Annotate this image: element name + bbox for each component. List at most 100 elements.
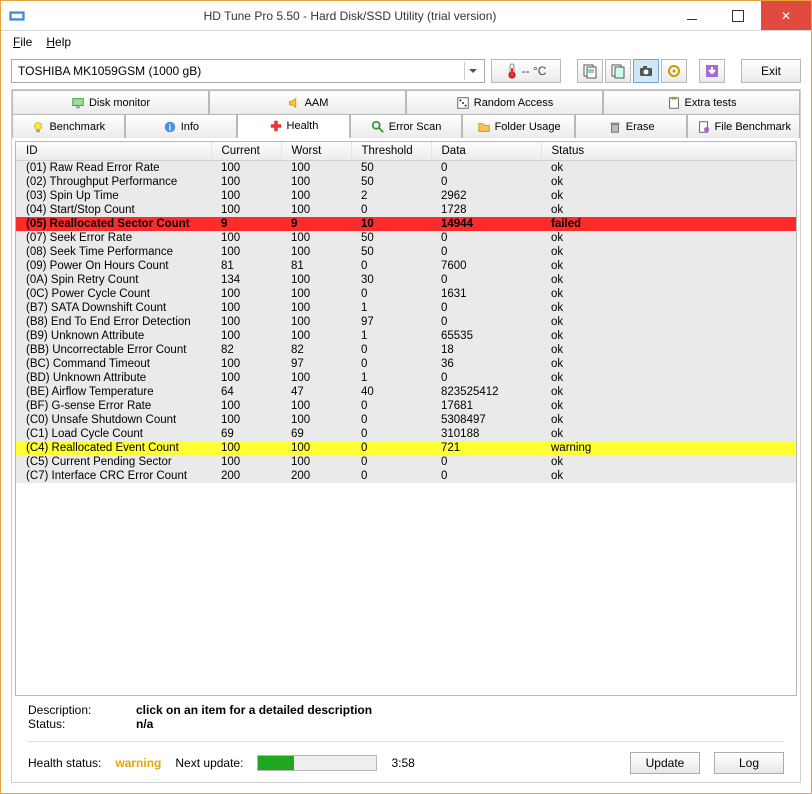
screenshot-button[interactable] <box>633 59 659 83</box>
dice-icon <box>456 96 470 110</box>
table-row[interactable]: (BB) Uncorrectable Error Count8282018ok <box>16 343 796 357</box>
table-row[interactable]: (07) Seek Error Rate100100500ok <box>16 231 796 245</box>
table-row[interactable]: (B8) End To End Error Detection100100970… <box>16 315 796 329</box>
thermometer-icon <box>506 63 518 79</box>
table-row[interactable]: (BD) Unknown Attribute10010010ok <box>16 371 796 385</box>
close-button[interactable] <box>761 1 811 30</box>
tab-error-scan[interactable]: Error Scan <box>350 114 463 138</box>
cell-worst: 97 <box>281 357 351 371</box>
col-id[interactable]: ID <box>16 142 211 161</box>
cell-worst: 100 <box>281 315 351 329</box>
table-row[interactable]: (BF) G-sense Error Rate100100017681ok <box>16 399 796 413</box>
cell-th: 0 <box>351 455 431 469</box>
cell-th: 10 <box>351 217 431 231</box>
cell-id: (09) Power On Hours Count <box>16 259 211 273</box>
clipboard-icon <box>667 96 681 110</box>
tab-aam[interactable]: AAM <box>209 90 406 114</box>
menu-help[interactable]: Help <box>40 33 77 51</box>
log-button[interactable]: Log <box>714 752 784 774</box>
cell-cur: 100 <box>211 413 281 427</box>
table-row[interactable]: (C5) Current Pending Sector10010000ok <box>16 455 796 469</box>
cell-data: 0 <box>431 371 541 385</box>
save-button[interactable] <box>699 59 725 83</box>
table-row[interactable]: (03) Spin Up Time10010022962ok <box>16 189 796 203</box>
table-row[interactable]: (C0) Unsafe Shutdown Count10010005308497… <box>16 413 796 427</box>
cell-data: 0 <box>431 161 541 176</box>
table-row[interactable]: (04) Start/Stop Count10010001728ok <box>16 203 796 217</box>
copy-text-button[interactable] <box>577 59 603 83</box>
title-bar[interactable]: HD Tune Pro 5.50 - Hard Disk/SSD Utility… <box>1 1 811 31</box>
cell-cur: 100 <box>211 371 281 385</box>
tab-info[interactable]: iInfo <box>125 114 238 138</box>
cell-cur: 134 <box>211 273 281 287</box>
tabs-bottom-row: Benchmark iInfo Health Error Scan Folder… <box>12 114 800 138</box>
cell-status: ok <box>541 245 796 259</box>
toolbar: TOSHIBA MK1059GSM (1000 gB) -- °C Exit <box>1 53 811 89</box>
table-row[interactable]: (B7) SATA Downshift Count10010010ok <box>16 301 796 315</box>
menu-file[interactable]: File <box>7 33 38 51</box>
update-button[interactable]: Update <box>630 752 700 774</box>
options-button[interactable] <box>661 59 687 83</box>
cell-data: 0 <box>431 231 541 245</box>
exit-button[interactable]: Exit <box>741 59 801 83</box>
table-row[interactable]: (C1) Load Cycle Count69690310188ok <box>16 427 796 441</box>
col-status[interactable]: Status <box>541 142 796 161</box>
table-row[interactable]: (08) Seek Time Performance100100500ok <box>16 245 796 259</box>
tab-health[interactable]: Health <box>237 114 350 138</box>
app-icon <box>9 8 25 24</box>
cell-th: 50 <box>351 231 431 245</box>
cell-th: 1 <box>351 371 431 385</box>
table-row[interactable]: (B9) Unknown Attribute100100165535ok <box>16 329 796 343</box>
minimize-button[interactable] <box>669 1 715 30</box>
cell-id: (B7) SATA Downshift Count <box>16 301 211 315</box>
smart-grid[interactable]: ID Current Worst Threshold Data Status (… <box>15 141 797 696</box>
cell-status: ok <box>541 315 796 329</box>
table-row[interactable]: (05) Reallocated Sector Count991014944fa… <box>16 217 796 231</box>
cell-worst: 200 <box>281 469 351 483</box>
bulb-icon <box>31 120 45 134</box>
cell-id: (03) Spin Up Time <box>16 189 211 203</box>
cell-data: 36 <box>431 357 541 371</box>
tab-folder-usage[interactable]: Folder Usage <box>462 114 575 138</box>
col-worst[interactable]: Worst <box>281 142 351 161</box>
cell-worst: 100 <box>281 273 351 287</box>
col-current[interactable]: Current <box>211 142 281 161</box>
maximize-button[interactable] <box>715 1 761 30</box>
table-row[interactable]: (09) Power On Hours Count818107600ok <box>16 259 796 273</box>
device-selector[interactable]: TOSHIBA MK1059GSM (1000 gB) <box>11 59 485 83</box>
table-header-row: ID Current Worst Threshold Data Status <box>16 142 796 161</box>
tab-erase[interactable]: Erase <box>575 114 688 138</box>
table-row[interactable]: (01) Raw Read Error Rate100100500ok <box>16 161 796 176</box>
health-status-value: warning <box>115 756 161 770</box>
table-row[interactable]: (BC) Command Timeout10097036ok <box>16 357 796 371</box>
table-row[interactable]: (BE) Airflow Temperature644740823525412o… <box>16 385 796 399</box>
tab-benchmark[interactable]: Benchmark <box>12 114 125 138</box>
cell-worst: 9 <box>281 217 351 231</box>
cell-data: 2962 <box>431 189 541 203</box>
cell-worst: 100 <box>281 245 351 259</box>
cell-data: 0 <box>431 175 541 189</box>
cell-th: 1 <box>351 301 431 315</box>
table-row[interactable]: (02) Throughput Performance100100500ok <box>16 175 796 189</box>
col-threshold[interactable]: Threshold <box>351 142 431 161</box>
cell-data: 5308497 <box>431 413 541 427</box>
copy-image-button[interactable] <box>605 59 631 83</box>
table-row[interactable]: (0C) Power Cycle Count10010001631ok <box>16 287 796 301</box>
cell-data: 823525412 <box>431 385 541 399</box>
trash-icon <box>608 120 622 134</box>
cell-id: (05) Reallocated Sector Count <box>16 217 211 231</box>
col-data[interactable]: Data <box>431 142 541 161</box>
cell-id: (B9) Unknown Attribute <box>16 329 211 343</box>
tab-extra-tests[interactable]: Extra tests <box>603 90 800 114</box>
tab-disk-monitor[interactable]: Disk monitor <box>12 90 209 114</box>
cell-cur: 100 <box>211 175 281 189</box>
table-row[interactable]: (0A) Spin Retry Count134100300ok <box>16 273 796 287</box>
smart-table: ID Current Worst Threshold Data Status (… <box>16 142 796 483</box>
tab-random-access[interactable]: Random Access <box>406 90 603 114</box>
table-row[interactable]: (C7) Interface CRC Error Count20020000ok <box>16 469 796 483</box>
cell-status: ok <box>541 385 796 399</box>
tab-file-benchmark[interactable]: File Benchmark <box>687 114 800 138</box>
table-row[interactable]: (C4) Reallocated Event Count1001000721wa… <box>16 441 796 455</box>
monitor-icon <box>71 96 85 110</box>
cell-id: (BF) G-sense Error Rate <box>16 399 211 413</box>
